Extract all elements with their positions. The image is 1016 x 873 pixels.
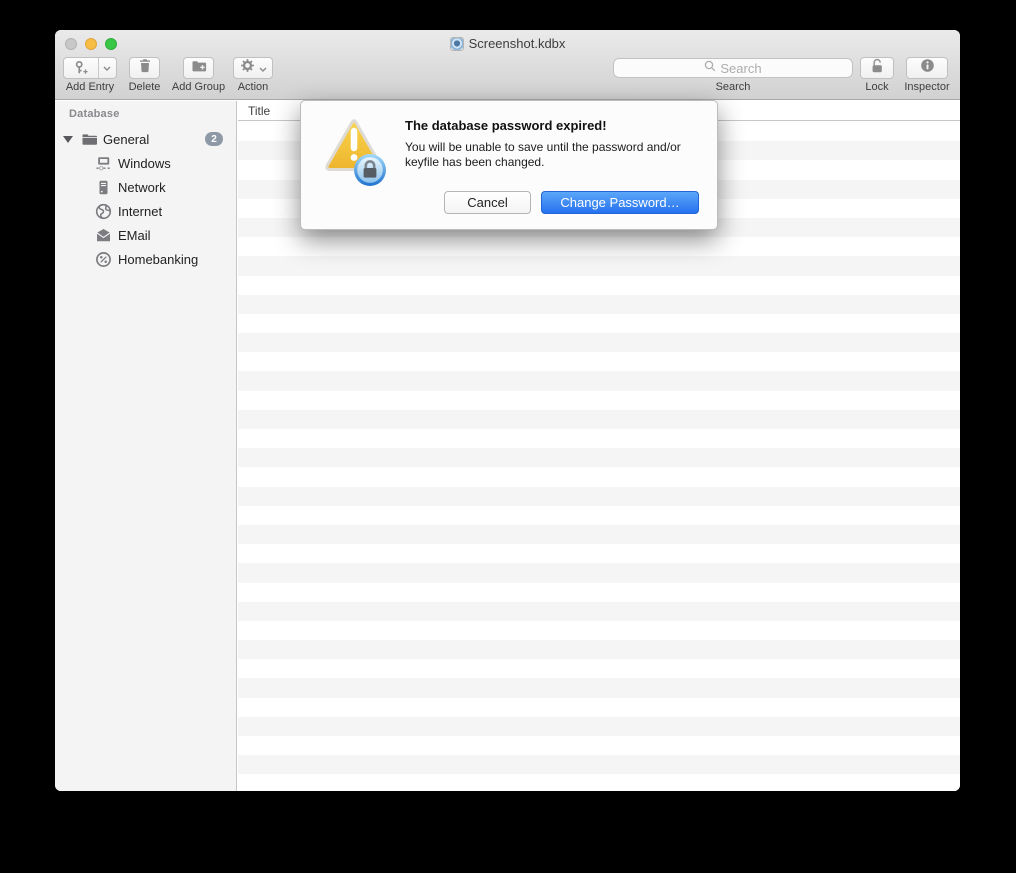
network-icon xyxy=(95,179,112,196)
sidebar-item-label: Internet xyxy=(118,203,163,219)
add-entry-dropdown[interactable] xyxy=(99,66,116,71)
dialog-message: You will be unable to save until the pas… xyxy=(405,140,681,169)
action-label: Action xyxy=(237,81,269,93)
sidebar-item-email[interactable]: EMail xyxy=(55,223,237,247)
open-padlock-icon xyxy=(870,58,885,79)
table-row[interactable] xyxy=(238,755,960,775)
chevron-down-icon xyxy=(259,59,267,77)
table-row[interactable] xyxy=(238,276,960,295)
table-row[interactable] xyxy=(238,314,960,333)
table-row[interactable] xyxy=(238,774,960,791)
table-row[interactable] xyxy=(238,601,960,621)
search-label: Search xyxy=(715,81,751,93)
change-password-button[interactable]: Change Password… xyxy=(541,191,699,214)
entry-count-badge: 2 xyxy=(205,132,223,146)
sidebar-item-network[interactable]: Network xyxy=(55,175,237,199)
sidebar-item-general[interactable]: General 2 xyxy=(55,127,237,151)
table-row[interactable] xyxy=(238,524,960,545)
sidebar-item-label: General xyxy=(103,131,150,147)
folder-plus-icon xyxy=(191,59,207,78)
table-row[interactable] xyxy=(238,544,960,563)
trash-icon xyxy=(138,58,152,78)
cancel-button[interactable]: Cancel xyxy=(444,191,531,214)
sidebar-item-label: Network xyxy=(118,179,166,195)
password-expired-dialog: The database password expired! You will … xyxy=(300,100,718,230)
table-row[interactable] xyxy=(238,486,960,506)
action-button[interactable] xyxy=(233,57,273,79)
table-row[interactable] xyxy=(238,698,960,717)
window-titlebar: Screenshot.kdbx xyxy=(55,36,960,51)
window-title: Screenshot.kdbx xyxy=(468,36,566,51)
inspector-button[interactable] xyxy=(906,57,948,79)
table-row[interactable] xyxy=(238,640,960,660)
table-row[interactable] xyxy=(238,256,960,276)
table-row[interactable] xyxy=(238,294,960,314)
search-placeholder: Search xyxy=(720,60,762,76)
add-entry-button[interactable] xyxy=(63,57,117,79)
toolbar: Screenshot.kdbx Add Entry Delete Add Gro… xyxy=(55,30,960,100)
table-row[interactable] xyxy=(238,352,960,371)
lock-button[interactable] xyxy=(860,57,894,79)
table-row[interactable] xyxy=(238,678,960,698)
internet-icon xyxy=(95,203,112,220)
app-window: Screenshot.kdbx Add Entry Delete Add Gro… xyxy=(55,30,960,791)
sidebar-item-windows[interactable]: Windows xyxy=(55,151,237,175)
document-proxy-icon xyxy=(449,36,464,51)
table-row[interactable] xyxy=(238,448,960,468)
table-row[interactable] xyxy=(238,583,960,602)
table-row[interactable] xyxy=(238,391,960,410)
table-row[interactable] xyxy=(238,371,960,391)
table-row[interactable] xyxy=(238,409,960,429)
disclosure-triangle-icon[interactable] xyxy=(63,136,73,143)
dialog-title: The database password expired! xyxy=(405,118,607,133)
gear-icon xyxy=(240,58,255,78)
table-row[interactable] xyxy=(238,467,960,486)
sidebar-item-label: EMail xyxy=(118,227,151,243)
table-row[interactable] xyxy=(238,506,960,525)
folder-icon xyxy=(81,131,98,148)
email-icon xyxy=(95,227,112,244)
sidebar-item-internet[interactable]: Internet xyxy=(55,199,237,223)
table-row[interactable] xyxy=(238,736,960,755)
warning-triangle-lock-icon xyxy=(321,116,391,192)
sidebar-item-homebanking[interactable]: Homebanking xyxy=(55,247,237,271)
key-plus-icon xyxy=(64,60,98,76)
inspector-label: Inspector xyxy=(904,81,950,93)
table-row[interactable] xyxy=(238,333,960,353)
search-input[interactable]: Search xyxy=(613,58,853,78)
search-icon xyxy=(704,59,716,77)
add-group-button[interactable] xyxy=(183,57,214,79)
column-header-label: Title xyxy=(248,103,271,118)
delete-button[interactable] xyxy=(129,57,160,79)
sidebar: Database General 2 Windows Network Interne… xyxy=(55,101,237,791)
sidebar-section-header: Database xyxy=(69,108,120,120)
windows-icon xyxy=(95,155,112,172)
table-row[interactable] xyxy=(238,659,960,678)
table-row[interactable] xyxy=(238,621,960,640)
info-icon xyxy=(920,58,935,78)
homebanking-icon xyxy=(95,251,112,268)
table-row[interactable] xyxy=(238,716,960,736)
sidebar-item-label: Homebanking xyxy=(118,251,199,267)
table-row[interactable] xyxy=(238,429,960,448)
table-row[interactable] xyxy=(238,237,960,256)
table-row[interactable] xyxy=(238,563,960,583)
sidebar-item-label: Windows xyxy=(118,155,171,171)
